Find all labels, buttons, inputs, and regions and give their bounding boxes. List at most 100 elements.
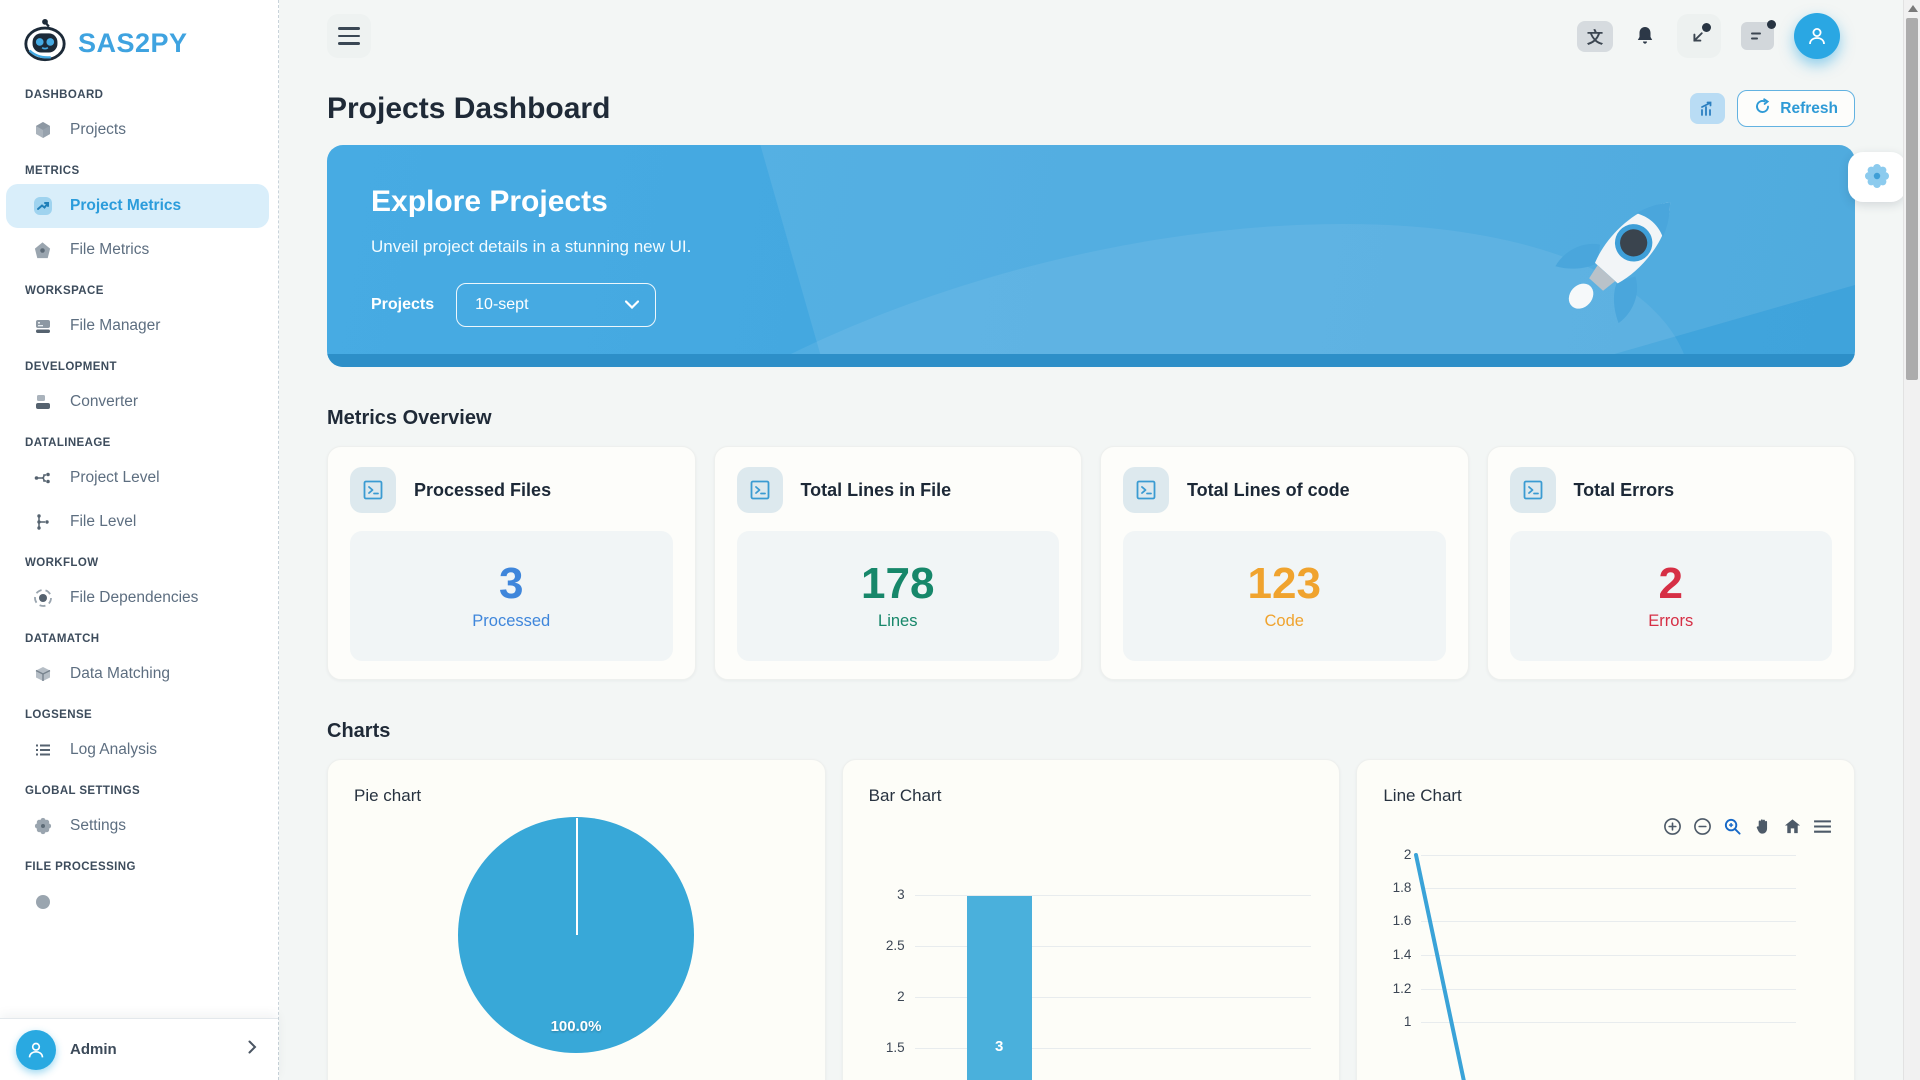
pie-chart-title: Pie chart	[328, 760, 825, 806]
line-chart-card: Line Chart	[1356, 759, 1855, 1080]
terminal-icon	[1510, 467, 1556, 513]
chevron-right-icon	[244, 1039, 260, 1060]
pie-slice-label: 100.0%	[458, 1018, 694, 1035]
sidebar-item-project-level[interactable]: Project Level	[6, 456, 269, 500]
section-title-file-processing: FILE PROCESSING	[25, 861, 278, 873]
shield-icon	[33, 240, 53, 260]
chart-shortcut-button[interactable]	[1690, 93, 1725, 124]
section-title-development: DEVELOPMENT	[25, 361, 278, 373]
metric-value: 178	[861, 562, 934, 606]
gear-icon	[1863, 162, 1891, 193]
metric-value: 3	[499, 562, 523, 606]
metric-card-total-lines-in-file: Total Lines in File 178 Lines	[714, 446, 1083, 680]
metric-card-total-lines-of-code: Total Lines of code 123 Code	[1100, 446, 1469, 680]
refresh-button[interactable]: Refresh	[1737, 90, 1855, 127]
section-title-dashboard: DASHBOARD	[25, 89, 278, 101]
bar-ytick: 2.5	[865, 938, 905, 953]
sidebar-item-file-manager[interactable]: File Manager	[6, 304, 269, 348]
sidebar-item-label: File Manager	[70, 317, 160, 335]
metric-label: Processed	[472, 612, 550, 631]
explore-banner: Explore Projects Unveil project details …	[327, 145, 1855, 367]
bar-ytick: 2	[865, 989, 905, 1004]
section-title-datamatch: DATAMATCH	[25, 633, 278, 645]
metrics-heading: Metrics Overview	[327, 407, 1855, 430]
collapse-window-icon[interactable]	[1677, 14, 1721, 58]
sidebar-item-partially-hidden[interactable]	[6, 880, 269, 924]
scrollbar-thumb[interactable]	[1906, 18, 1918, 380]
metric-value: 2	[1659, 562, 1683, 606]
metric-card-title: Total Errors	[1574, 480, 1675, 501]
terminal-icon	[1123, 467, 1169, 513]
section-title-datalineage: DATALINEAGE	[25, 437, 278, 449]
bar-y-axis-label: Values	[872, 1051, 887, 1080]
line-series	[1357, 760, 1855, 1080]
admin-avatar	[16, 1030, 56, 1070]
sidebar-item-log-analysis[interactable]: Log Analysis	[6, 728, 269, 772]
sidebar-item-label: Data Matching	[70, 665, 170, 683]
metric-card-title: Processed Files	[414, 480, 551, 501]
brand-logo: SAS2PY	[0, 0, 278, 70]
project-select-value: 10-sept	[475, 296, 528, 314]
metric-card-total-errors: Total Errors 2 Errors	[1487, 446, 1856, 680]
cube-icon	[33, 120, 53, 140]
sidebar-item-label: File Level	[70, 513, 136, 531]
project-select[interactable]: 10-sept	[456, 283, 656, 327]
section-title-metrics: METRICS	[25, 165, 278, 177]
bar-chart-card: Bar Chart 3 2.5 2 1.5 3 Values	[842, 759, 1341, 1080]
section-title-workflow: WORKFLOW	[25, 557, 278, 569]
sidebar-item-converter[interactable]: Converter	[6, 380, 269, 424]
chevron-down-icon	[625, 296, 639, 314]
section-title-workspace: WORKSPACE	[25, 285, 278, 297]
sidebar-item-projects[interactable]: Projects	[6, 108, 269, 152]
metric-card-title: Total Lines in File	[801, 480, 952, 501]
metric-card-value-panel: 178 Lines	[737, 531, 1060, 661]
refresh-icon	[1754, 98, 1771, 120]
section-title-global-settings: GLOBAL SETTINGS	[25, 785, 278, 797]
metric-label: Code	[1265, 612, 1304, 631]
bar-value-label: 3	[967, 1038, 1032, 1055]
topbar: 文	[279, 0, 1920, 62]
content: Projects Dashboard Refresh Explor	[279, 90, 1920, 1080]
sidebar: SAS2PY DASHBOARD Projects METRICS Projec…	[0, 0, 279, 1080]
metric-card-value-panel: 3 Processed	[350, 531, 673, 661]
changelog-icon[interactable]	[1741, 22, 1774, 50]
gear-icon	[33, 816, 53, 836]
page-scrollbar[interactable]	[1903, 0, 1920, 1080]
file-nodes-icon	[33, 512, 53, 532]
sidebar-item-settings[interactable]: Settings	[6, 804, 269, 848]
sidebar-item-label: Projects	[70, 121, 126, 139]
projects-label: Projects	[371, 296, 434, 314]
sidebar-item-file-metrics[interactable]: File Metrics	[6, 228, 269, 272]
sidebar-item-label: Log Analysis	[70, 741, 157, 759]
topbar-icons: 文	[1577, 13, 1840, 59]
converter-icon	[33, 392, 53, 412]
header-actions: Refresh	[1690, 90, 1855, 127]
section-title-logsense: LOGSENSE	[25, 709, 278, 721]
sidebar-item-label: File Dependencies	[70, 589, 198, 607]
user-avatar[interactable]	[1794, 13, 1840, 59]
scrollbar-up-arrow[interactable]	[1908, 5, 1918, 12]
pie-chart-card: Pie chart 100.0%	[327, 759, 826, 1080]
language-icon[interactable]: 文	[1577, 21, 1613, 52]
sidebar-item-data-matching[interactable]: Data Matching	[6, 652, 269, 696]
sidebar-toggle-button[interactable]	[327, 14, 371, 58]
metric-card-value-panel: 2 Errors	[1510, 531, 1833, 661]
sidebar-item-project-metrics[interactable]: Project Metrics	[6, 184, 269, 228]
sidebar-item-file-dependencies[interactable]: File Dependencies	[6, 576, 269, 620]
notifications-bell-icon[interactable]	[1633, 24, 1657, 48]
metric-card-processed-files: Processed Files 3 Processed	[327, 446, 696, 680]
theme-settings-fab[interactable]	[1848, 152, 1906, 202]
sidebar-item-label: Project Metrics	[70, 197, 181, 215]
main-area: 文 Projects Dashboard	[279, 0, 1920, 1080]
page-title: Projects Dashboard	[327, 92, 610, 126]
sidebar-item-file-level[interactable]: File Level	[6, 500, 269, 544]
brand-name: SAS2PY	[78, 28, 188, 59]
admin-footer[interactable]: Admin	[0, 1018, 278, 1080]
terminal-icon	[737, 467, 783, 513]
target-icon	[33, 588, 53, 608]
hard-drive-icon	[33, 316, 53, 336]
trend-chart-icon	[33, 196, 53, 216]
bar-ytick: 3	[865, 887, 905, 902]
metric-cards: Processed Files 3 Processed Total Lines …	[327, 446, 1855, 680]
robot-logo-icon	[22, 18, 68, 69]
